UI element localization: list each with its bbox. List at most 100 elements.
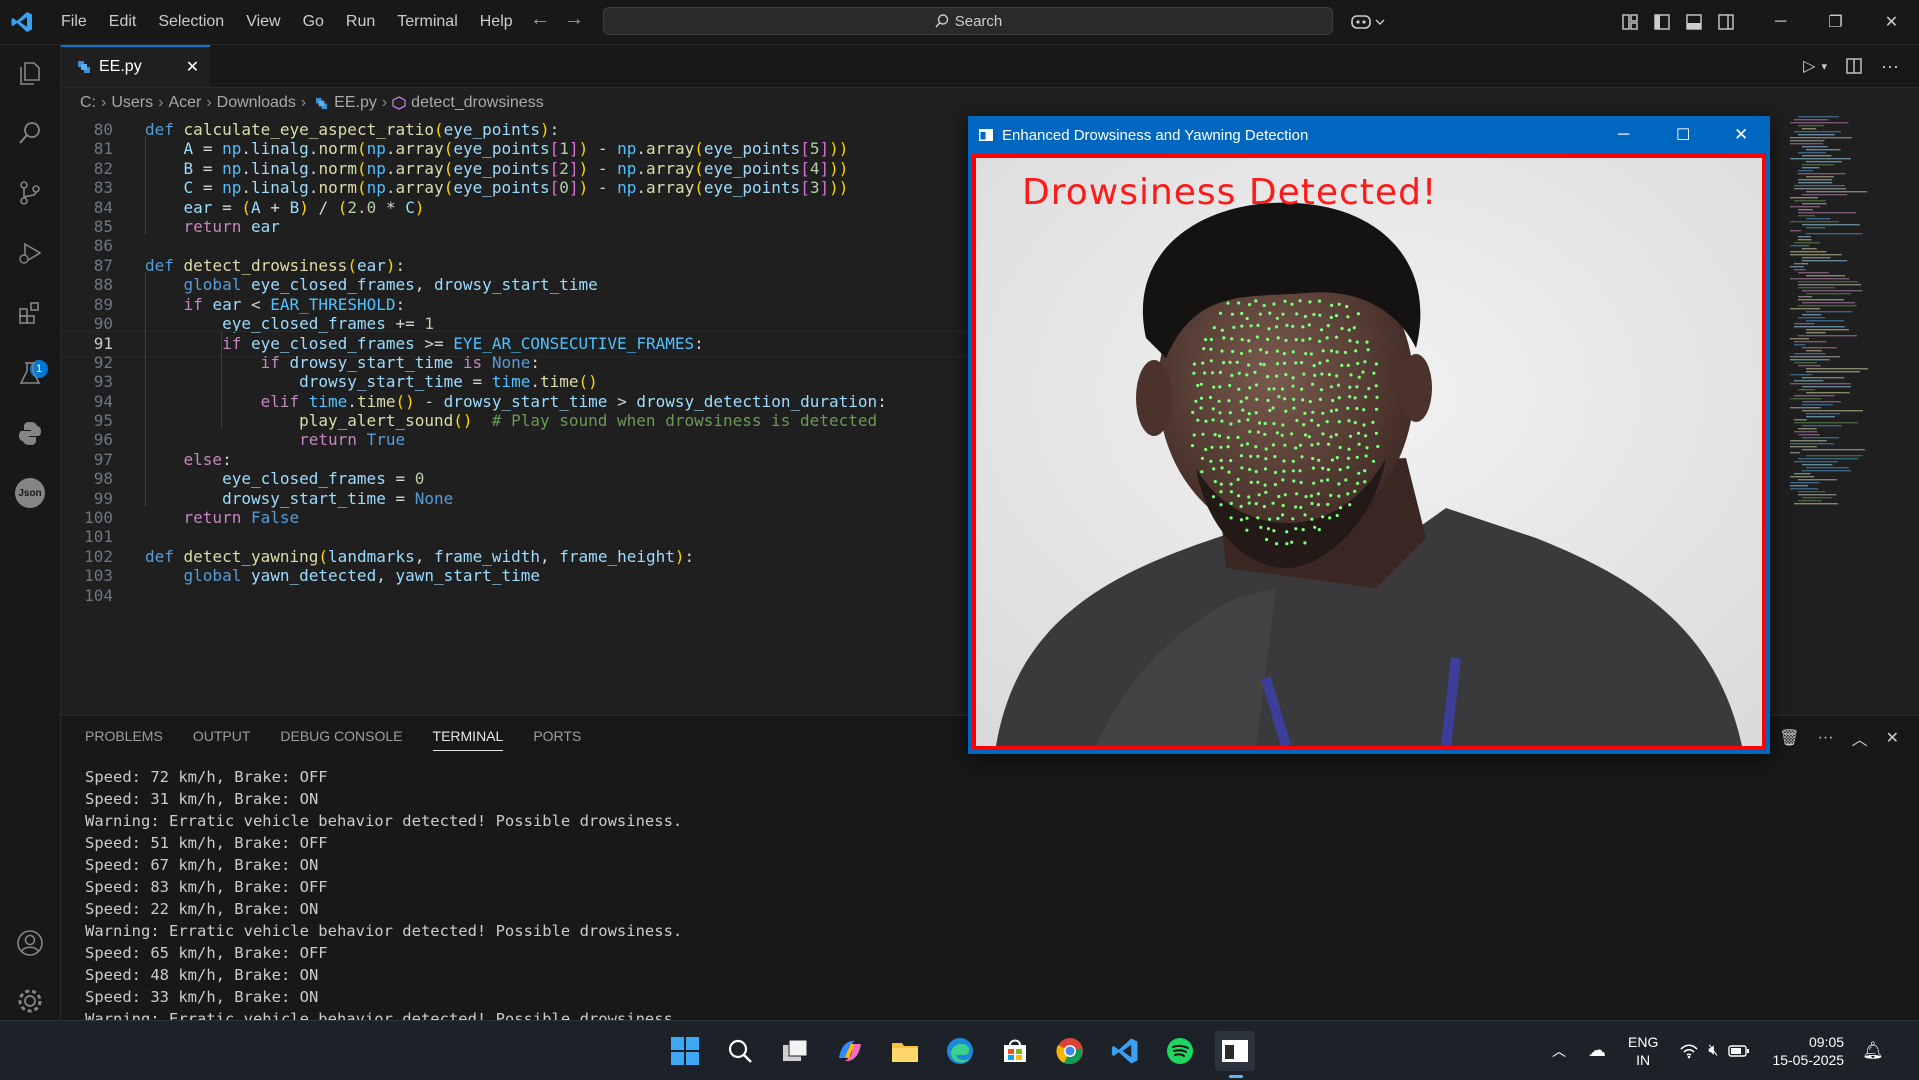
- minimap-line: [1794, 326, 1845, 328]
- face-landmark-dot: [1212, 385, 1216, 389]
- tab-ee-py[interactable]: EE.py ✕: [61, 45, 210, 87]
- menu-view[interactable]: View: [235, 13, 291, 31]
- breadcrumb-file[interactable]: EE.py: [334, 94, 377, 112]
- face-landmark-dot: [1192, 371, 1196, 375]
- maximize-icon[interactable]: ☐: [1676, 125, 1690, 145]
- back-arrow-icon[interactable]: ←: [530, 8, 550, 30]
- code-editor[interactable]: 80 def calculate_eye_aspect_ratio(eye_poi…: [61, 118, 971, 713]
- menu-file[interactable]: File: [50, 13, 98, 31]
- tab-output[interactable]: OUTPUT: [193, 728, 251, 751]
- close-panel-icon[interactable]: ✕: [1886, 728, 1899, 748]
- opencv-title-bar[interactable]: Enhanced Drowsiness and Yawning Detectio…: [968, 116, 1770, 154]
- spotify-icon[interactable]: [1160, 1031, 1200, 1071]
- testing-flask-icon[interactable]: [14, 357, 46, 389]
- volume-muted-icon[interactable]: 🔇︎: [1708, 1042, 1718, 1060]
- maximize-panel-icon[interactable]: ︿: [1852, 726, 1868, 750]
- minimize-icon[interactable]: ─: [1775, 13, 1786, 31]
- drowsiness-alert-text: Drowsiness Detected!: [1022, 172, 1438, 213]
- minimize-icon[interactable]: ─: [1618, 126, 1629, 144]
- extensions-icon[interactable]: [14, 297, 46, 329]
- tab-close-icon[interactable]: ✕: [186, 57, 199, 77]
- json-icon[interactable]: Json: [14, 477, 46, 509]
- face-landmark-dot: [1272, 387, 1276, 391]
- breadcrumb-users[interactable]: Users: [111, 94, 153, 112]
- face-landmark-dot: [1291, 384, 1295, 388]
- show-hidden-icons-chevron-icon[interactable]: ︿: [1552, 1041, 1566, 1061]
- more-actions-icon[interactable]: ···: [1881, 56, 1899, 77]
- breadcrumb-symbol[interactable]: detect_drowsiness: [411, 94, 544, 112]
- vscode-taskbar-icon[interactable]: [1105, 1031, 1145, 1071]
- minimap[interactable]: [1790, 114, 1905, 514]
- more-actions-icon[interactable]: ···: [1818, 729, 1834, 747]
- face-landmark-dot: [1299, 505, 1303, 510]
- close-icon[interactable]: ✕: [1885, 12, 1898, 32]
- menu-run[interactable]: Run: [335, 13, 386, 31]
- menu-edit[interactable]: Edit: [98, 13, 148, 31]
- tab-problems[interactable]: PROBLEMS: [85, 728, 163, 751]
- opencv-window[interactable]: Enhanced Drowsiness and Yawning Detectio…: [968, 116, 1770, 754]
- search-icon[interactable]: [720, 1031, 760, 1071]
- terminal-output[interactable]: Speed: 72 km/h, Brake: OFF Speed: 31 km/h…: [85, 766, 682, 1030]
- clock[interactable]: 09:05 15-05-2025: [1772, 1033, 1844, 1069]
- breadcrumb-acer[interactable]: Acer: [168, 94, 201, 112]
- minimap-line: [1798, 182, 1833, 184]
- face-landmark-dot: [1263, 483, 1267, 487]
- minimap-line: [1806, 416, 1835, 418]
- language-indicator[interactable]: ENG IN: [1628, 1033, 1658, 1069]
- menu-terminal[interactable]: Terminal: [386, 13, 468, 31]
- toggle-primary-sidebar-icon[interactable]: [1653, 13, 1671, 31]
- command-center-search[interactable]: Search: [603, 7, 1333, 35]
- account-icon[interactable]: [14, 927, 46, 959]
- breadcrumb-drive[interactable]: C:: [80, 94, 96, 112]
- toggle-panel-icon[interactable]: [1685, 13, 1703, 31]
- edge-browser-icon[interactable]: [940, 1031, 980, 1071]
- face-landmark-dot: [1273, 483, 1277, 487]
- customize-layout-icon[interactable]: [1621, 13, 1639, 31]
- face-landmark-dot: [1362, 423, 1366, 427]
- face-landmark-dot: [1256, 430, 1260, 434]
- restore-icon[interactable]: ❐: [1828, 12, 1842, 32]
- run-debug-icon[interactable]: [14, 237, 46, 269]
- microsoft-store-icon[interactable]: [995, 1031, 1035, 1071]
- tab-ports[interactable]: PORTS: [533, 728, 581, 751]
- tab-terminal[interactable]: TERMINAL: [432, 728, 504, 751]
- close-icon[interactable]: ✕: [1734, 125, 1748, 145]
- menu-selection[interactable]: Selection: [147, 13, 235, 31]
- python-icon[interactable]: [14, 417, 46, 449]
- menu-go[interactable]: Go: [292, 13, 335, 31]
- minimap-line: [1790, 440, 1827, 442]
- file-explorer-icon[interactable]: [885, 1031, 925, 1071]
- opencv-taskbar-icon[interactable]: [1215, 1031, 1255, 1071]
- tab-debug-console[interactable]: DEBUG CONSOLE: [280, 728, 402, 751]
- run-options-chevron-icon[interactable]: ▾: [1821, 60, 1827, 73]
- face-landmark-dot: [1231, 349, 1235, 354]
- start-icon[interactable]: [665, 1031, 705, 1071]
- onedrive-cloud-icon[interactable]: ☁: [1588, 1040, 1606, 1061]
- clock-date: 15-05-2025: [1772, 1051, 1845, 1068]
- notifications-bell-icon[interactable]: 🔔︎: [1862, 1041, 1884, 1061]
- explorer-icon[interactable]: [14, 57, 46, 89]
- face-landmark-dot: [1228, 383, 1232, 388]
- trash-icon[interactable]: 🗑: [1779, 728, 1799, 748]
- breadcrumb-downloads[interactable]: Downloads: [217, 94, 296, 112]
- copilot-icon[interactable]: [1350, 13, 1372, 31]
- code-line[interactable]: 104: [61, 584, 971, 608]
- chrome-icon[interactable]: [1050, 1031, 1090, 1071]
- chevron-down-icon[interactable]: [1374, 16, 1386, 28]
- battery-icon[interactable]: [1728, 1044, 1750, 1058]
- source-control-icon[interactable]: [14, 177, 46, 209]
- run-python-file-icon[interactable]: ▷: [1803, 56, 1815, 76]
- menu-help[interactable]: Help: [469, 13, 524, 31]
- wifi-icon[interactable]: [1680, 1043, 1698, 1059]
- copilot-app-icon[interactable]: [830, 1031, 870, 1071]
- settings-gear-icon[interactable]: [14, 985, 46, 1017]
- toggle-secondary-sidebar-icon[interactable]: [1717, 13, 1735, 31]
- search-icon[interactable]: [14, 117, 46, 149]
- face-landmark-dot: [1218, 311, 1223, 315]
- split-editor-icon[interactable]: [1845, 57, 1863, 75]
- face-landmark-dot: [1346, 363, 1350, 367]
- face-landmark-dot: [1275, 362, 1280, 366]
- forward-arrow-icon[interactable]: →: [564, 8, 584, 30]
- task-view-icon[interactable]: [775, 1031, 815, 1071]
- face-landmark-dot: [1200, 456, 1204, 460]
